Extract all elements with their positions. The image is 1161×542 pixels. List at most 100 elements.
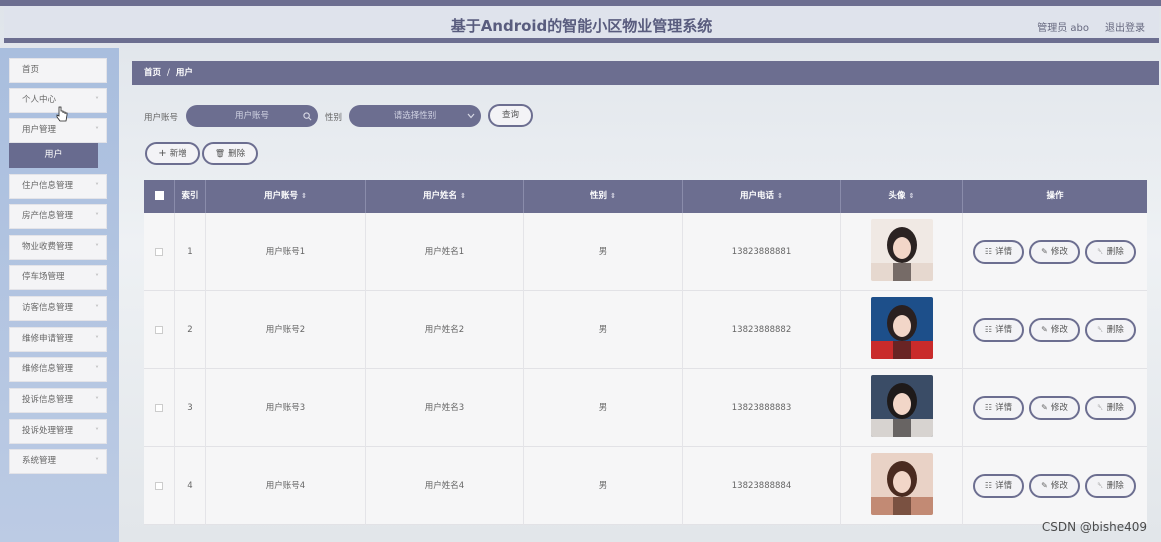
chevron-down-icon: ˅ [95,427,99,436]
account-search-input[interactable]: 用户账号 [186,105,318,127]
col-gender[interactable]: 性别 ⇕ [524,180,683,213]
detail-button[interactable]: ☷ 详情 [973,396,1024,420]
delete-button[interactable]: ␡ 删除 [1085,474,1136,498]
user-table: 索引 用户账号 ⇕ 用户姓名 ⇕ 性别 ⇕ 用户电话 ⇕ 头像 ⇕ 操作 1 用户账号1 用户… [144,180,1147,542]
chevron-down-icon: ˅ [95,96,99,105]
sidebar-item[interactable]: 个人中心 ˅ [9,88,107,113]
edit-button-label: 修改 [1050,403,1068,413]
sidebar-item[interactable]: 物业收费管理 ˅ [9,235,107,260]
row-checkbox-cell [144,369,175,447]
select-all-checkbox[interactable] [154,191,164,200]
sidebar-item-label: 投诉处理管理 [22,426,74,436]
batch-delete-button[interactable]: 🗑 删除 [202,142,258,165]
col-phone[interactable]: 用户电话 ⇕ [683,180,841,213]
col-account-label: 用户账号 [264,191,299,201]
col-index: 索引 [175,180,206,213]
edit-button[interactable]: ✎ 修改 [1029,474,1080,498]
document-icon: ☷ [984,481,993,490]
col-account[interactable]: 用户账号 ⇕ [206,180,366,213]
cell-index: 2 [175,291,206,369]
sort-icon: ⇕ [777,192,783,200]
chevron-down-icon: ˅ [95,243,99,252]
sidebar-subitem-user[interactable]: 用户 [9,143,98,168]
chevron-down-icon [467,113,475,119]
col-avatar-label: 头像 [888,191,906,201]
logout-link[interactable]: 退出登录 [1105,19,1145,34]
row-checkbox[interactable] [155,247,163,256]
sidebar-item[interactable]: 首页 [9,58,107,83]
row-checkbox[interactable] [155,403,163,412]
delete-button[interactable]: ␡ 删除 [1085,240,1136,264]
document-icon: ☷ [984,247,993,256]
pencil-icon: ✎ [1041,403,1048,412]
sort-icon: ⇕ [908,192,915,200]
delete-button[interactable]: ␡ 删除 [1085,318,1136,342]
sidebar-item[interactable]: 系统管理 ˅ [9,449,107,474]
plus-icon: + [158,148,167,159]
chevron-down-icon: ˅ [95,304,99,313]
chevron-down-icon: ˅ [95,126,99,135]
detail-button[interactable]: ☷ 详情 [973,240,1024,264]
add-button[interactable]: + 新增 [145,142,200,165]
gender-select[interactable]: 请选择性别 [349,105,481,127]
select-all-cell [144,180,175,213]
sidebar-item[interactable]: 停车场管理 ˅ [9,265,107,290]
sort-icon: ⇕ [610,192,616,200]
cell-avatar [841,291,963,369]
sidebar-item[interactable]: 房产信息管理 ˅ [9,204,107,229]
current-user: 管理员 abo [1037,23,1089,34]
cell-account: 用户账号2 [206,291,366,369]
app-header: 基于Android的智能小区物业管理系统 管理员 abo 退出登录 [4,6,1159,43]
sidebar-item-label: 用户管理 [22,125,57,135]
trash-icon: 🗑 [214,149,226,158]
cell-gender: 男 [524,291,683,369]
table-row: 2 用户账号2 用户姓名2 男 13823888882 ☷ 详情 ✎ 修改 ␡ 删除 [144,291,1147,369]
delete-button[interactable]: ␡ 删除 [1085,396,1136,420]
table-row: 1 用户账号1 用户姓名1 男 13823888881 ☷ 详情 ✎ 修改 ␡ 删除 [144,213,1147,291]
pencil-icon: ✎ [1041,481,1048,490]
edit-button[interactable]: ✎ 修改 [1029,318,1080,342]
sidebar-item[interactable]: 投诉信息管理 ˅ [9,388,107,413]
row-checkbox[interactable] [155,325,163,334]
sidebar-item[interactable]: 住户信息管理 ˅ [9,174,107,199]
delete-button-label: 删除 [1106,403,1124,413]
avatar [871,219,933,281]
cell-ops: ☷ 详情 ✎ 修改 ␡ 删除 [963,369,1147,447]
detail-button-label: 详情 [995,247,1013,257]
account-placeholder: 用户账号 [234,111,269,121]
detail-button-label: 详情 [995,325,1013,335]
row-checkbox[interactable] [155,481,163,490]
col-gender-label: 性别 [590,191,608,201]
row-checkbox-cell [144,213,175,291]
query-button[interactable]: 查询 [488,104,533,127]
delete-button-label: 删除 [1106,481,1124,491]
chevron-down-icon: ˅ [95,365,99,374]
sidebar-item[interactable]: 维修申请管理 ˅ [9,327,107,352]
edit-button[interactable]: ✎ 修改 [1029,240,1080,264]
cell-ops: ☷ 详情 ✎ 修改 ␡ 删除 [963,291,1147,369]
cell-index: 4 [175,447,206,525]
sidebar-item[interactable]: 访客信息管理 ˅ [9,296,107,321]
row-checkbox-cell [144,447,175,525]
cell-phone: 13823888882 [683,291,841,369]
sidebar-item-label: 个人中心 [22,95,57,105]
chevron-down-icon: ˅ [95,457,99,466]
cell-phone: 13823888881 [683,213,841,291]
sidebar-item-label: 投诉信息管理 [22,395,74,405]
edit-button[interactable]: ✎ 修改 [1029,396,1080,420]
cell-avatar [841,447,963,525]
detail-button[interactable]: ☷ 详情 [973,474,1024,498]
cell-name: 用户姓名4 [366,447,524,525]
document-icon: ☷ [984,325,993,334]
cell-account: 用户账号4 [206,447,366,525]
trash-icon: ␡ [1097,481,1104,490]
breadcrumb-home[interactable]: 首页 [144,68,161,78]
cell-ops: ☷ 详情 ✎ 修改 ␡ 删除 [963,447,1147,525]
col-avatar[interactable]: 头像 ⇕ [841,180,963,213]
sidebar-item[interactable]: 维修信息管理 ˅ [9,357,107,382]
sidebar-item[interactable]: 用户管理 ˅ [9,118,107,143]
table-header: 索引 用户账号 ⇕ 用户姓名 ⇕ 性别 ⇕ 用户电话 ⇕ 头像 ⇕ 操作 [144,180,1147,213]
detail-button[interactable]: ☷ 详情 [973,318,1024,342]
sidebar-item[interactable]: 投诉处理管理 ˅ [9,419,107,444]
col-name[interactable]: 用户姓名 ⇕ [366,180,524,213]
